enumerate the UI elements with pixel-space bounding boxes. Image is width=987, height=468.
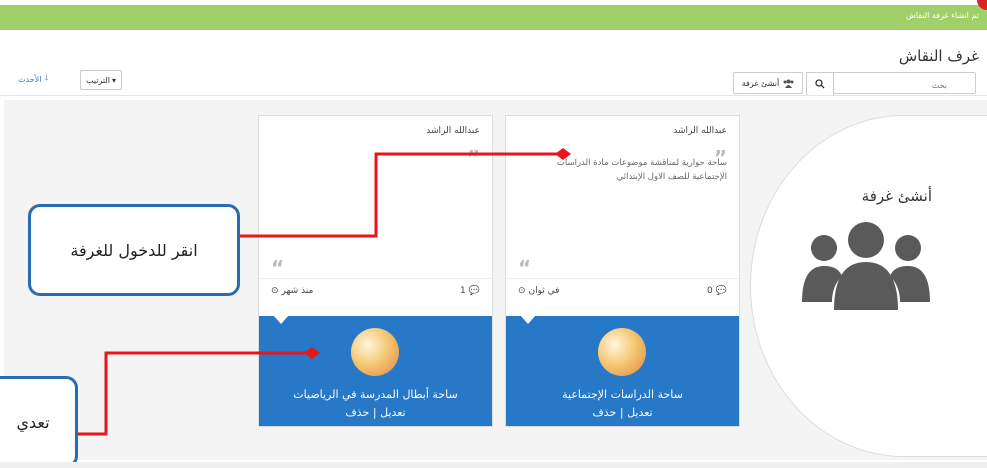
callout-text: انقر للدخول للغرفة (70, 240, 198, 260)
enter-room-callout: انقر للدخول للغرفة (28, 204, 240, 296)
edit-callout: تعدي (0, 376, 78, 468)
callout-text: تعدي (16, 412, 50, 432)
footer-strip (0, 462, 987, 468)
